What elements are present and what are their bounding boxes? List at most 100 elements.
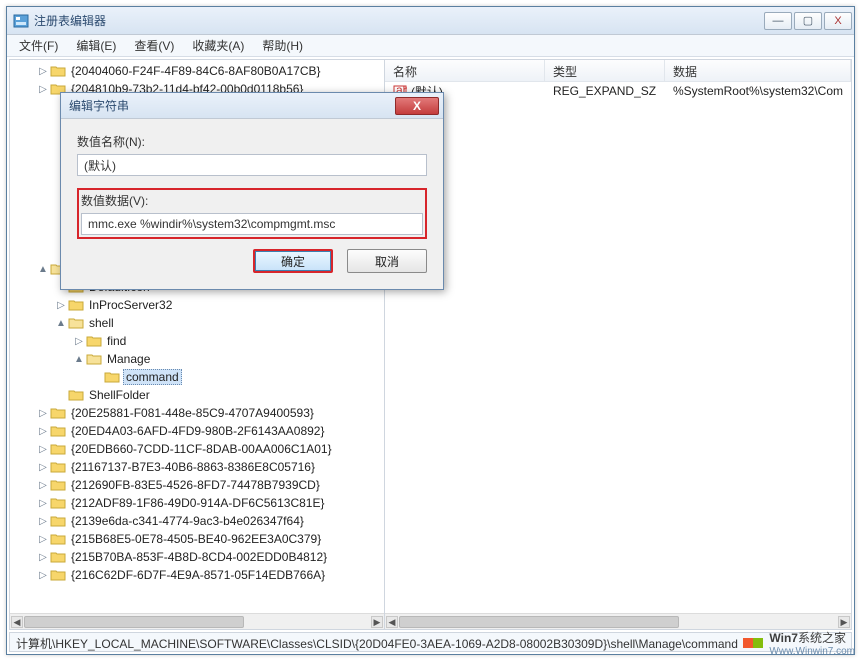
- cancel-button[interactable]: 取消: [347, 249, 427, 273]
- menu-favorites[interactable]: 收藏夹(A): [184, 35, 252, 56]
- expand-icon[interactable]: ▷: [36, 570, 50, 581]
- tree-node[interactable]: ▷ {20EDB660-7CDD-11CF-8DAB-00AA006C1A01}: [10, 440, 384, 458]
- tree-node[interactable]: ▷{20404060-F24F-4F89-84C6-8AF80B0A17CB}: [10, 62, 384, 80]
- list-hscroll-thumb[interactable]: [399, 616, 679, 628]
- list-hscrollbar[interactable]: ◀ ▶: [385, 613, 851, 629]
- titlebar[interactable]: 注册表编辑器 — ▢ X: [7, 7, 854, 35]
- dialog-body: 数值名称(N): 数值数据(V): 确定 取消: [61, 119, 443, 289]
- folder-icon: [50, 442, 66, 456]
- ok-button[interactable]: 确定: [253, 249, 333, 273]
- value-name-field[interactable]: [77, 154, 427, 176]
- list-row[interactable]: ab (默认) REG_EXPAND_SZ %SystemRoot%\syste…: [385, 82, 851, 100]
- tree-node[interactable]: ▷ {216C62DF-6D7F-4E9A-8571-05F14EDB766A}: [10, 566, 384, 584]
- close-button[interactable]: X: [824, 12, 852, 30]
- collapse-icon[interactable]: ▲: [72, 354, 86, 365]
- expand-icon[interactable]: ▷: [36, 408, 50, 419]
- scroll-right-icon[interactable]: ▶: [371, 616, 383, 628]
- tree-node-label: {20EDB660-7CDD-11CF-8DAB-00AA006C1A01}: [69, 442, 334, 456]
- tree-hscrollbar[interactable]: ◀ ▶: [10, 613, 384, 629]
- tree-node-label: {2139e6da-c341-4774-9ac3-b4e026347f64}: [69, 514, 306, 528]
- tree-node-label: ShellFolder: [87, 388, 152, 402]
- watermark-url: Www.Winwin7.com: [769, 646, 855, 657]
- col-type[interactable]: 类型: [545, 60, 665, 81]
- folder-icon: [50, 460, 66, 474]
- expand-icon[interactable]: ▷: [36, 516, 50, 527]
- tree-node[interactable]: ▲shell: [10, 314, 384, 332]
- cell-type: REG_EXPAND_SZ: [545, 84, 665, 98]
- scroll-left-icon[interactable]: ◀: [11, 616, 23, 628]
- tree-node-label: {212690FB-83E5-4526-8FD7-74478B7939CD}: [69, 478, 322, 492]
- expand-icon[interactable]: ▷: [36, 462, 50, 473]
- expand-icon[interactable]: ▷: [36, 444, 50, 455]
- dialog-title: 编辑字符串: [69, 97, 395, 114]
- folder-icon: [50, 532, 66, 546]
- dialog-buttons: 确定 取消: [77, 249, 427, 273]
- folder-icon: [104, 370, 120, 384]
- ok-button-label: 确定: [255, 251, 331, 271]
- menu-view[interactable]: 查看(V): [126, 35, 182, 56]
- folder-icon: [50, 550, 66, 564]
- tree-hscroll-thumb[interactable]: [24, 616, 244, 628]
- folder-icon: [50, 406, 66, 420]
- maximize-button[interactable]: ▢: [794, 12, 822, 30]
- list-header[interactable]: 名称 类型 数据: [385, 60, 851, 82]
- tree-node-label: {216C62DF-6D7F-4E9A-8571-05F14EDB766A}: [69, 568, 327, 582]
- tree-node[interactable]: ▷InProcServer32: [10, 296, 384, 314]
- tree-node[interactable]: ▷ find: [10, 332, 384, 350]
- collapse-icon[interactable]: ▲: [54, 318, 68, 329]
- minimize-button[interactable]: —: [764, 12, 792, 30]
- folder-icon: [50, 424, 66, 438]
- value-data-field[interactable]: [81, 213, 423, 235]
- expand-icon[interactable]: ▷: [54, 300, 68, 311]
- tree-node[interactable]: ▷ {20ED4A03-6AFD-4FD9-980B-2F6143AA0892}: [10, 422, 384, 440]
- dialog-close-button[interactable]: X: [395, 97, 439, 115]
- folder-icon: [86, 334, 102, 348]
- menu-help[interactable]: 帮助(H): [254, 35, 311, 56]
- menu-file[interactable]: 文件(F): [11, 35, 66, 56]
- tree-node[interactable]: ▷ {20E25881-F081-448e-85C9-4707A9400593}: [10, 404, 384, 422]
- list-pane[interactable]: 名称 类型 数据 ab (默认) REG_EXPAND_SZ %SystemRo…: [385, 59, 852, 630]
- window-title: 注册表编辑器: [34, 12, 764, 29]
- tree-node-label: {212ADF89-1F86-49D0-914A-DF6C5613C81E}: [69, 496, 326, 510]
- folder-icon: [50, 514, 66, 528]
- value-name-label: 数值名称(N):: [77, 133, 427, 150]
- folder-icon: [86, 352, 102, 366]
- menu-edit[interactable]: 编辑(E): [68, 35, 124, 56]
- tree-node-label: find: [105, 334, 128, 348]
- tree-node[interactable]: ▲Manage: [10, 350, 384, 368]
- expand-icon[interactable]: ▷: [36, 552, 50, 563]
- expand-icon[interactable]: ▷: [36, 534, 50, 545]
- collapse-icon[interactable]: ▲: [36, 264, 50, 275]
- expand-icon[interactable]: ▷: [72, 336, 86, 347]
- dialog-titlebar[interactable]: 编辑字符串 X: [61, 93, 443, 119]
- expand-icon[interactable]: ▷: [36, 426, 50, 437]
- expand-icon[interactable]: ▷: [36, 66, 50, 77]
- expand-icon[interactable]: ▷: [36, 498, 50, 509]
- regedit-icon: [13, 13, 29, 29]
- tree-node[interactable]: ▷ {212ADF89-1F86-49D0-914A-DF6C5613C81E}: [10, 494, 384, 512]
- windows-flag-icon: [743, 638, 763, 648]
- statusbar: 计算机\HKEY_LOCAL_MACHINE\SOFTWARE\Classes\…: [9, 632, 852, 652]
- folder-icon: [50, 64, 66, 78]
- tree-node[interactable]: command: [10, 368, 384, 386]
- menubar: 文件(F) 编辑(E) 查看(V) 收藏夹(A) 帮助(H): [7, 35, 854, 57]
- expand-icon[interactable]: ▷: [36, 480, 50, 491]
- tree-node[interactable]: ▷ {212690FB-83E5-4526-8FD7-74478B7939CD}: [10, 476, 384, 494]
- scroll-right-icon[interactable]: ▶: [838, 616, 850, 628]
- tree-node[interactable]: ▷ {21167137-B7E3-40B6-8863-8386E8C05716}: [10, 458, 384, 476]
- col-data[interactable]: 数据: [665, 60, 851, 81]
- tree-node-label: command: [123, 369, 182, 385]
- expand-icon[interactable]: ▷: [36, 84, 50, 95]
- folder-icon: [68, 298, 84, 312]
- tree-node[interactable]: ▷{215B70BA-853F-4B8D-8CD4-002EDD0B4812}: [10, 548, 384, 566]
- tree-node[interactable]: ▷{215B68E5-0E78-4505-BE40-962EE3A0C379}: [10, 530, 384, 548]
- tree-node-label: {20E25881-F081-448e-85C9-4707A9400593}: [69, 406, 316, 420]
- tree-node-label: {21167137-B7E3-40B6-8863-8386E8C05716}: [69, 460, 317, 474]
- col-name[interactable]: 名称: [385, 60, 545, 81]
- folder-icon: [50, 496, 66, 510]
- tree-node[interactable]: ShellFolder: [10, 386, 384, 404]
- scroll-left-icon[interactable]: ◀: [386, 616, 398, 628]
- tree-node-label: {20ED4A03-6AFD-4FD9-980B-2F6143AA0892}: [69, 424, 327, 438]
- tree-node[interactable]: ▷ {2139e6da-c341-4774-9ac3-b4e026347f64}: [10, 512, 384, 530]
- value-data-label: 数值数据(V):: [81, 192, 423, 209]
